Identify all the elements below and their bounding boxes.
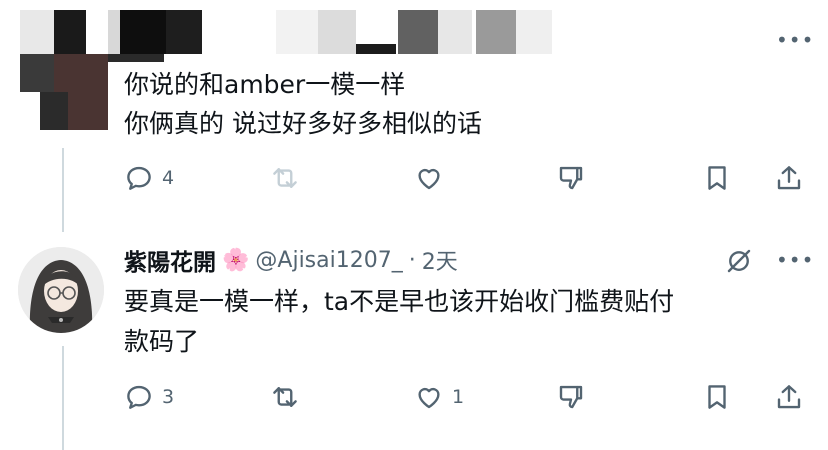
timestamp[interactable]: 2天 [422, 244, 458, 276]
share-button[interactable] [774, 382, 804, 412]
thread-line [62, 346, 64, 450]
share-icon [777, 166, 801, 190]
like-icon [418, 388, 440, 409]
like-count: 1 [452, 386, 465, 408]
dislike-icon [559, 166, 583, 190]
tweet-text-line: 你说的和amber一模一样 [124, 70, 406, 99]
retweet-button[interactable] [270, 163, 300, 193]
tweet-text-line: 款码了 [124, 327, 200, 356]
like-button[interactable]: 1 [414, 382, 464, 412]
thread-line [62, 148, 64, 232]
retweet-icon [273, 387, 297, 407]
grok-button[interactable] [724, 246, 754, 280]
share-button[interactable] [774, 163, 804, 193]
more-icon[interactable]: ••• [776, 30, 814, 50]
name-emoji: 🌸 [222, 247, 250, 273]
display-name[interactable]: 紫陽花開 [124, 243, 216, 277]
retweet-icon [273, 168, 297, 188]
tweet-text-line: 要真是一模一样，ta不是早也该开始收门槛费贴付 [124, 287, 675, 316]
handle[interactable]: @Ajisai1207_ [255, 248, 402, 273]
reply-count: 4 [162, 167, 175, 189]
share-icon [777, 385, 801, 409]
tweet-header: 紫陽花開 🌸 @Ajisai1207_ · 2天 [124, 243, 458, 277]
reply-icon [127, 166, 151, 190]
like-icon [418, 169, 440, 190]
separator: · [408, 247, 416, 273]
reply-icon [127, 385, 151, 409]
dislike-icon [559, 385, 583, 409]
tweet-text-line: 你俩真的 说过好多好多相似的话 [124, 109, 482, 138]
grok-icon [727, 249, 751, 273]
dislike-button[interactable] [556, 382, 586, 412]
bookmark-button[interactable] [702, 382, 732, 412]
avatar[interactable] [18, 247, 104, 333]
retweet-button[interactable] [270, 382, 300, 412]
reply-count: 3 [162, 386, 175, 408]
more-icon[interactable]: ••• [776, 250, 814, 270]
bookmark-icon [708, 166, 726, 190]
reply-button[interactable]: 4 [124, 163, 174, 193]
dislike-button[interactable] [556, 163, 586, 193]
bookmark-button[interactable] [702, 163, 732, 193]
reply-button[interactable]: 3 [124, 382, 174, 412]
like-button[interactable] [414, 163, 444, 193]
bookmark-icon [708, 385, 726, 409]
